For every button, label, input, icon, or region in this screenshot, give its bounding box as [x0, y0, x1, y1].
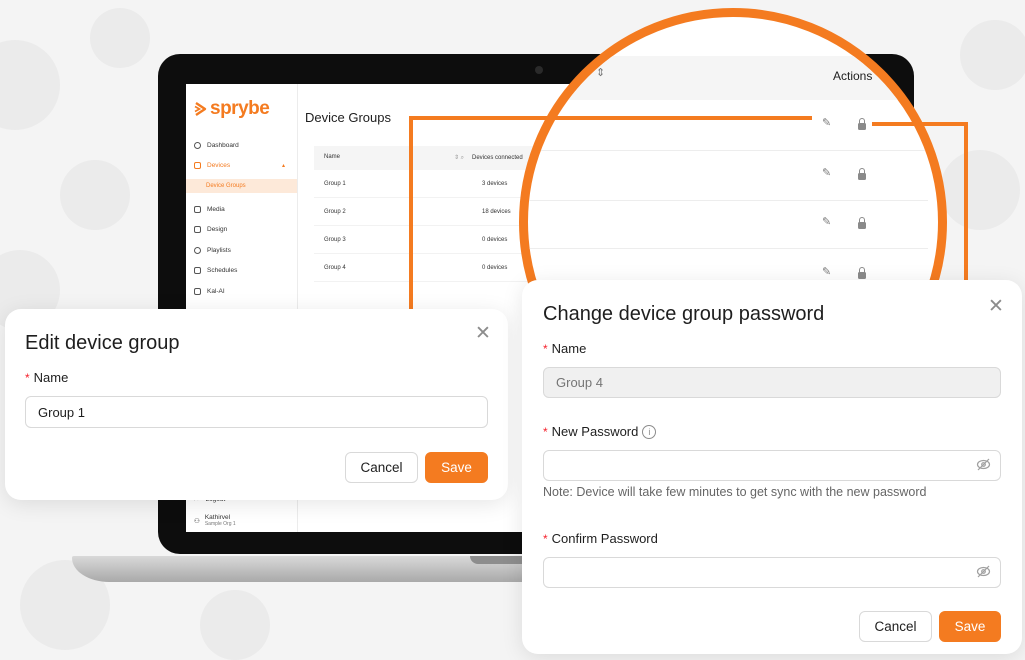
close-icon[interactable]: ✕	[988, 297, 1004, 316]
design-icon	[194, 225, 201, 233]
connector-line	[964, 122, 968, 282]
sidebar-item-devices[interactable]: Devices ▴	[194, 158, 285, 172]
required-marker: *	[543, 424, 548, 439]
ai-icon	[194, 287, 201, 295]
confirm-password-input[interactable]	[543, 557, 1001, 588]
cell-name: Group 3	[324, 236, 346, 243]
save-button[interactable]: Save	[939, 611, 1001, 642]
sidebar-item-label: Design	[207, 225, 228, 233]
user-icon: ⚇	[194, 517, 200, 525]
dialog-title: Change device group password	[543, 303, 825, 325]
row-divider	[528, 150, 928, 151]
change-password-dialog: Change device group password ✕ * Name * …	[522, 280, 1022, 654]
required-marker: *	[25, 370, 30, 385]
edit-icon[interactable]: ✎	[822, 265, 831, 278]
eye-hidden-icon[interactable]	[976, 458, 991, 471]
dashboard-icon	[194, 141, 201, 149]
eye-hidden-icon[interactable]	[976, 565, 991, 578]
column-header-name: Name ⇕ ⌕	[324, 154, 464, 162]
sidebar-item-label: Devices	[207, 161, 231, 169]
sidebar-item-label: Kal-AI	[207, 287, 225, 295]
edit-icon[interactable]: ✎	[822, 116, 831, 129]
confirm-password-label: * Confirm Password	[543, 531, 658, 546]
schedules-icon	[194, 266, 201, 274]
cell-name: Group 1	[324, 180, 346, 187]
close-icon[interactable]: ✕	[475, 324, 491, 343]
sort-search-icon[interactable]: ⇕ ⌕	[454, 154, 464, 162]
connector-line	[409, 116, 413, 310]
save-button[interactable]: Save	[425, 452, 488, 483]
sidebar-item-label: Playlists	[207, 246, 231, 254]
sidebar-item-design[interactable]: Design	[194, 222, 227, 236]
lock-icon[interactable]	[858, 168, 866, 180]
sidebar-item-label: Dashboard	[207, 141, 239, 149]
page-title: Device Groups	[305, 110, 391, 125]
connector-line	[409, 116, 812, 120]
row-divider	[528, 200, 928, 201]
new-password-input[interactable]	[543, 450, 1001, 481]
sidebar-item-media[interactable]: Media	[194, 202, 225, 216]
edit-icon[interactable]: ✎	[822, 215, 831, 228]
user-profile[interactable]: ⚇ Kathirvel Sample Org 1	[194, 514, 236, 527]
background-dot	[60, 160, 130, 230]
sidebar-item-label: Schedules	[207, 266, 238, 274]
cell-name: Group 4	[324, 264, 346, 271]
info-icon[interactable]: i	[642, 424, 657, 439]
devices-icon	[194, 161, 201, 169]
sidebar-item-playlists[interactable]: Playlists	[194, 243, 231, 257]
required-marker: *	[543, 531, 548, 546]
connector-line	[872, 122, 968, 126]
column-header-actions: Actions	[833, 69, 873, 83]
playlists-icon	[194, 246, 201, 254]
background-dot	[940, 150, 1020, 230]
sort-icon[interactable]: ⇕	[596, 66, 605, 79]
brand-chevron-icon	[194, 102, 207, 116]
sidebar-item-dashboard[interactable]: Dashboard	[194, 138, 239, 152]
name-field-label: * Name	[25, 370, 69, 385]
sidebar-item-device-groups[interactable]: Device Groups	[186, 179, 297, 193]
edit-icon[interactable]: ✎	[822, 166, 831, 179]
chevron-up-icon: ▴	[282, 162, 286, 169]
row-divider	[528, 248, 928, 249]
cancel-button[interactable]: Cancel	[859, 611, 932, 642]
lock-icon[interactable]	[858, 118, 866, 130]
edit-group-dialog: Edit device group ✕ * Name Cancel Save	[5, 309, 508, 500]
new-password-label: * New Password i	[543, 424, 657, 439]
sidebar-item-kal-ai[interactable]: Kal-AI	[194, 284, 225, 298]
media-icon	[194, 205, 201, 213]
group-name-input[interactable]	[25, 396, 488, 428]
brand-name: sprybe	[210, 98, 270, 119]
background-dot	[0, 40, 60, 130]
group-name-input	[543, 367, 1001, 398]
lock-icon[interactable]	[858, 267, 866, 279]
required-marker: *	[543, 341, 548, 356]
background-dot	[200, 590, 270, 660]
sidebar-item-label: Media	[207, 205, 225, 213]
cell-name: Group 2	[324, 208, 346, 215]
dialog-title: Edit device group	[25, 332, 180, 354]
brand-logo: sprybe	[194, 98, 270, 120]
sidebar-item-schedules[interactable]: Schedules	[194, 263, 237, 277]
name-field-label: * Name	[543, 341, 587, 356]
cancel-button[interactable]: Cancel	[345, 452, 418, 483]
user-org: Sample Org 1	[204, 521, 236, 527]
sync-note: Note: Device will take few minutes to ge…	[543, 485, 927, 499]
background-dot	[90, 8, 150, 68]
lock-icon[interactable]	[858, 217, 866, 229]
background-dot	[960, 20, 1025, 90]
user-name: Kathirvel	[204, 514, 231, 521]
